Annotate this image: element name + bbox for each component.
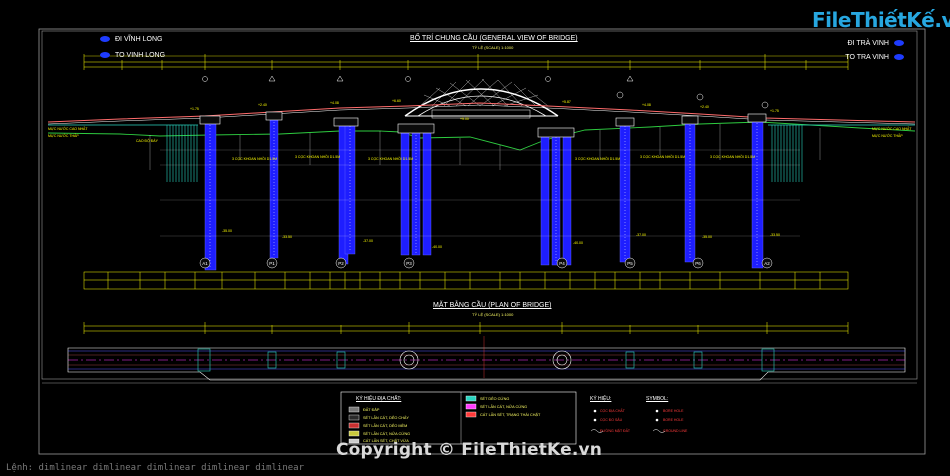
pier-label-p6: P6 <box>695 261 701 266</box>
direction-marker-icon <box>100 36 110 42</box>
svg-text:CAO ĐỘ ĐÁY: CAO ĐỘ ĐÁY <box>136 138 159 143</box>
svg-text:BORE HOLE: BORE HOLE <box>663 418 684 422</box>
site-logo[interactable]: FileThiếtKế.vn <box>812 8 950 32</box>
direction-right-vi: ĐI TRÀ VINH <box>847 39 890 47</box>
svg-text:-35.00: -35.00 <box>222 229 232 233</box>
plan-title: MẶT BẰNG CẦU (PLAN OF BRIDGE) <box>433 302 552 309</box>
svg-text:ĐẤT ĐẮP: ĐẤT ĐẮP <box>363 407 380 412</box>
elevation-data-table <box>83 271 849 290</box>
pier-label-p1: P1 <box>269 261 275 266</box>
svg-text:-33.50: -33.50 <box>282 235 292 239</box>
svg-text:SÉT LẪN CÁT, DẺO CHẢY: SÉT LẪN CÁT, DẺO CHẢY <box>363 415 409 420</box>
svg-text:CỌC ĐỊA CHẤT: CỌC ĐỊA CHẤT <box>600 409 626 413</box>
svg-text:SÉT LẪN CÁT, NỬA CỨNG: SÉT LẪN CÁT, NỬA CỨNG <box>363 431 410 436</box>
svg-text:-40.00: -40.00 <box>573 241 583 245</box>
svg-text:GROUND LINE: GROUND LINE <box>663 429 688 433</box>
svg-text:3 CỌC KHOAN NHỒI D1.5M: 3 CỌC KHOAN NHỒI D1.5M <box>710 154 755 159</box>
cad-drawing-canvas[interactable]: MỰC NƯỚC CAO NHẤT MỰC NƯỚC THẤP MỰC NƯỚC… <box>0 0 950 476</box>
pier-label-p5: P5 <box>627 261 633 266</box>
direction-left-en: TO VINH LONG <box>115 51 166 59</box>
svg-text:CÁT LẪN SÉT, TRẠNG THÁI CHẶT: CÁT LẪN SÉT, TRẠNG THÁI CHẶT <box>480 412 541 417</box>
svg-text:3 CỌC KHOAN NHỒI D1.5M: 3 CỌC KHOAN NHỒI D1.5M <box>232 156 277 161</box>
direction-left-vi: ĐI VĨNH LONG <box>115 35 163 43</box>
copyright-watermark: Copyright © FileThietKe.vn <box>336 440 603 460</box>
svg-text:+1.75: +1.75 <box>190 107 199 111</box>
direction-marker-icon <box>894 40 904 46</box>
elevation-view: MỰC NƯỚC CAO NHẤT MỰC NƯỚC THẤP MỰC NƯỚC… <box>47 54 916 290</box>
svg-text:+4.08: +4.08 <box>642 103 651 107</box>
svg-text:3 CỌC KHOAN NHỒI D1.5M: 3 CỌC KHOAN NHỒI D1.5M <box>575 156 620 161</box>
svg-text:MỰC NƯỚC CAO NHẤT: MỰC NƯỚC CAO NHẤT <box>48 126 88 131</box>
svg-text:+4.08: +4.08 <box>330 101 339 105</box>
svg-text:+5.87: +5.87 <box>562 100 571 104</box>
outer-frame <box>38 28 926 455</box>
svg-text:SÉT LẪN CÁT, DẺO MỀM: SÉT LẪN CÁT, DẺO MỀM <box>363 423 407 428</box>
pier-label-p2: P2 <box>338 261 344 266</box>
pier-label-a2: A2 <box>764 261 770 266</box>
svg-text:BORE HOLE: BORE HOLE <box>663 409 684 413</box>
direction-marker-icon <box>894 54 904 60</box>
elevation-scale: TỶ LỆ (SCALE) 1:1000 <box>472 45 514 50</box>
svg-text:3 CỌC KHOAN NHỒI D1.5M: 3 CỌC KHOAN NHỒI D1.5M <box>368 156 413 161</box>
svg-text:-37.00: -37.00 <box>636 233 646 237</box>
pier-label-p3: P3 <box>406 261 412 266</box>
svg-text:3 CỌC KHOAN NHỒI D1.5M: 3 CỌC KHOAN NHỒI D1.5M <box>295 154 340 159</box>
svg-text:+6.60: +6.60 <box>392 99 401 103</box>
elevation-title: BỐ TRÍ CHUNG CẦU (GENERAL VIEW OF BRIDGE… <box>410 35 578 42</box>
direction-marker-icon <box>100 52 110 58</box>
svg-text:+2.40: +2.40 <box>258 103 267 107</box>
direction-legend-left: ĐI VĨNH LONG TO VINH LONG <box>100 31 165 63</box>
svg-text:MỰC NƯỚC CAO NHẤT: MỰC NƯỚC CAO NHẤT <box>872 126 912 131</box>
svg-text:3 CỌC KHOAN NHỒI D1.5M: 3 CỌC KHOAN NHỒI D1.5M <box>640 154 685 159</box>
symbol-legend-title-vi: KÝ HIỆU: <box>590 396 612 402</box>
command-line[interactable]: Lệnh: dimlinear dimlinear dimlinear diml… <box>6 463 304 473</box>
svg-text:-33.50: -33.50 <box>770 233 780 237</box>
symbol-legend-title-en: SYMBOL: <box>646 396 669 402</box>
svg-text:-40.00: -40.00 <box>432 245 442 249</box>
symbol-legend: CỌC ĐỊA CHẤT CỌC ĐO SÂU ĐƯỜNG MẶT ĐẤT BO… <box>590 409 688 433</box>
svg-text:-37.00: -37.00 <box>363 239 373 243</box>
svg-text:-35.00: -35.00 <box>702 235 712 239</box>
logo-text: FileThiếtKế.vn <box>812 8 950 32</box>
svg-text:+1.75: +1.75 <box>770 109 779 113</box>
svg-text:ĐƯỜNG MẶT ĐẤT: ĐƯỜNG MẶT ĐẤT <box>600 428 631 433</box>
svg-text:+9.00: +9.00 <box>460 117 469 121</box>
svg-text:CỌC ĐO SÂU: CỌC ĐO SÂU <box>600 418 623 422</box>
svg-text:SÉT DẺO CỨNG: SÉT DẺO CỨNG <box>480 396 509 401</box>
direction-right-en: TO TRA VINH <box>845 53 889 61</box>
svg-text:MỰC NƯỚC THẤP: MỰC NƯỚC THẤP <box>48 133 79 138</box>
pier-label-a1: A1 <box>202 261 208 266</box>
svg-text:+2.40: +2.40 <box>700 105 709 109</box>
geology-legend-title: KÝ HIỆU ĐỊA CHẤT: <box>356 396 402 402</box>
svg-text:SÉT LẪN CÁT, NỬA CỨNG: SÉT LẪN CÁT, NỬA CỨNG <box>480 404 527 409</box>
pier-label-p4: P4 <box>559 261 565 266</box>
plan-scale: TỶ LỆ (SCALE) 1:1000 <box>472 312 514 317</box>
direction-legend-right: ĐI TRÀ VINH TO TRA VINH <box>845 36 904 64</box>
svg-text:MỰC NƯỚC THẤP: MỰC NƯỚC THẤP <box>872 133 903 138</box>
plan-view <box>67 322 906 381</box>
